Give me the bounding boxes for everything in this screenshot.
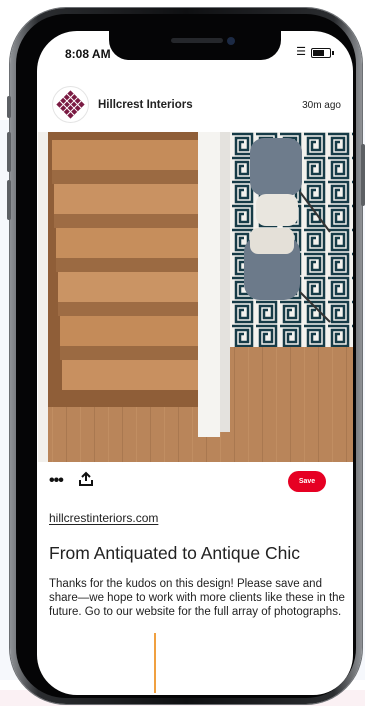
source-link[interactable]: hillcrestinteriors.com [49,511,158,525]
share-icon[interactable] [79,471,93,492]
power-button [361,144,365,206]
post-timestamp: 30m ago [302,100,341,111]
post-image[interactable] [38,132,353,462]
volume-down-button [7,180,11,220]
phone-screen: 8:08 AM ☰ Hillcrest Interiors 30m ago ••… [37,31,353,695]
avatar[interactable] [52,86,89,123]
pin-description: Thanks for the kudos on this design! Ple… [49,578,345,618]
volume-up-button [7,132,11,172]
status-time: 8:08 AM [65,47,111,61]
wifi-icon: ☰ [296,46,306,58]
mute-switch [7,96,11,118]
notch [109,31,281,60]
battery-icon [311,47,334,58]
phone-frame: 8:08 AM ☰ Hillcrest Interiors 30m ago ••… [7,8,365,704]
more-options-icon[interactable]: ••• [49,472,64,490]
pin-title: From Antiquated to Antique Chic [49,543,300,563]
front-camera [227,37,235,45]
status-icons: ☰ [296,46,334,58]
callout-line [154,633,156,693]
speaker-grille [171,38,223,43]
save-button[interactable]: Save [288,471,326,492]
account-name[interactable]: Hillcrest Interiors [98,99,193,111]
